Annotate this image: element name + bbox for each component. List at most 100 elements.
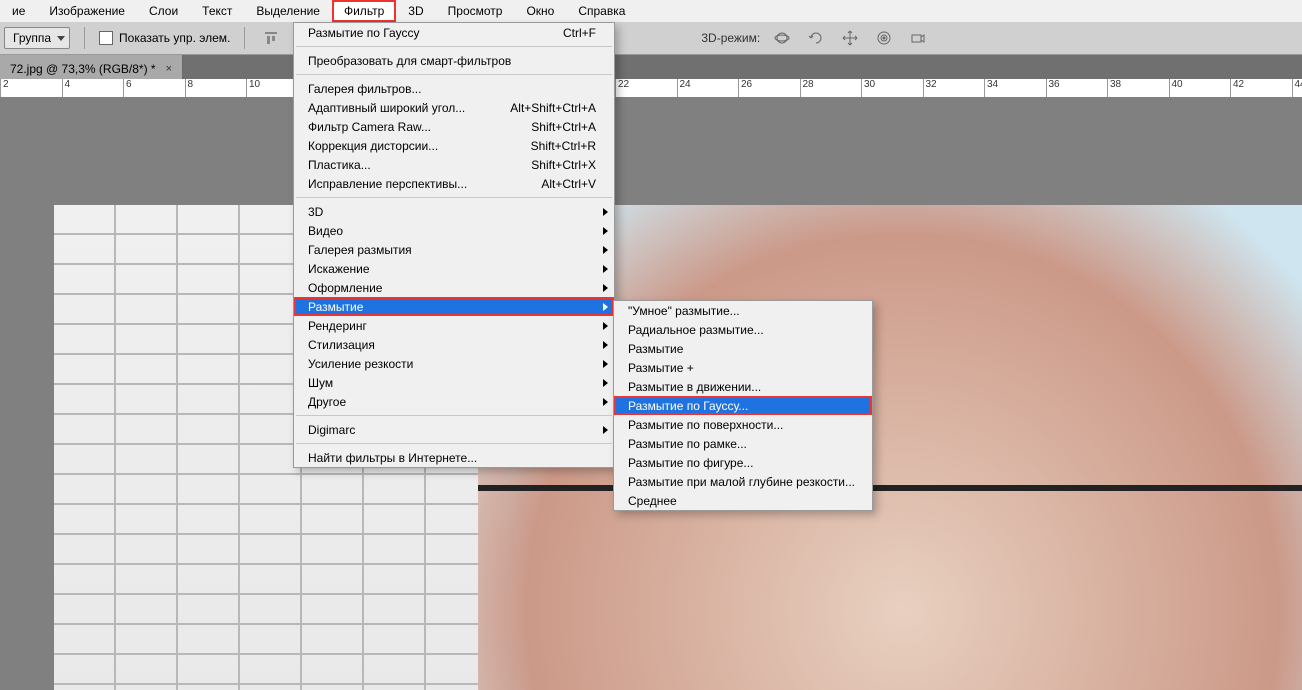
menuitem-label: Оформление xyxy=(308,281,596,295)
move-icon[interactable] xyxy=(838,26,862,50)
menuitem-filter-g2-4[interactable]: Оформление xyxy=(294,278,614,297)
menuitem-filter-g1-4[interactable]: Пластика...Shift+Ctrl+X xyxy=(294,155,614,174)
document-tab-title: 72.jpg @ 73,3% (RGB/8*) * xyxy=(10,62,156,76)
menuitem-label: Коррекция дисторсии... xyxy=(308,139,501,153)
menuitem-filter-g2-0[interactable]: 3D xyxy=(294,202,614,221)
menuitem-label: Пластика... xyxy=(308,158,501,172)
ruler-tick: 4 xyxy=(62,79,124,97)
menuitem-label: Размытие по рамке... xyxy=(628,437,854,451)
menuitem-label: Рендеринг xyxy=(308,319,596,333)
menuitem-convert-smart[interactable]: Преобразовать для смарт-фильтров xyxy=(294,51,614,70)
ruler-tick: 22 xyxy=(615,79,677,97)
menuitem-label: Усиление резкости xyxy=(308,357,596,371)
menuitem-blur-10[interactable]: Среднее xyxy=(614,491,872,510)
menuitem-filter-g2-10[interactable]: Другое xyxy=(294,392,614,411)
menuitem-label: Галерея фильтров... xyxy=(308,82,596,96)
ruler-horizontal: 2468101214161820222426283032343638404244… xyxy=(0,79,1302,98)
menuitem-label: "Умное" размытие... xyxy=(628,304,854,318)
document-tab[interactable]: 72.jpg @ 73,3% (RGB/8*) * × xyxy=(0,55,183,80)
menu-layers[interactable]: Слои xyxy=(137,0,190,22)
group-combo-label: Группа xyxy=(13,31,51,45)
menuitem-label: Размытие по поверхности... xyxy=(628,418,854,432)
separator xyxy=(84,27,85,49)
ruler-tick: 30 xyxy=(861,79,923,97)
menuitem-filter-g2-8[interactable]: Усиление резкости xyxy=(294,354,614,373)
menuitem-label: Размытие в движении... xyxy=(628,380,854,394)
menubar: ие Изображение Слои Текст Выделение Филь… xyxy=(0,0,1302,23)
menuitem-accel: Shift+Ctrl+A xyxy=(501,120,596,134)
menu-divider xyxy=(296,197,612,198)
menuitem-filter-g2-9[interactable]: Шум xyxy=(294,373,614,392)
orbit-icon[interactable] xyxy=(770,26,794,50)
menuitem-blur-6[interactable]: Размытие по поверхности... xyxy=(614,415,872,434)
roll-icon[interactable] xyxy=(804,26,828,50)
ruler-tick: 28 xyxy=(800,79,862,97)
menuitem-blur-0[interactable]: "Умное" размытие... xyxy=(614,301,872,320)
menuitem-accel: Alt+Ctrl+V xyxy=(511,177,596,191)
align-top-icon[interactable] xyxy=(259,26,283,50)
submenu-arrow-icon xyxy=(603,426,608,434)
menuitem-blur-7[interactable]: Размытие по рамке... xyxy=(614,434,872,453)
menu-edit-partial[interactable]: ие xyxy=(0,0,37,22)
ruler-tick: 8 xyxy=(185,79,247,97)
group-combo[interactable]: Группа xyxy=(4,27,70,49)
menuitem-accel: Shift+Ctrl+X xyxy=(501,158,596,172)
menuitem-blur-1[interactable]: Радиальное размытие... xyxy=(614,320,872,339)
menuitem-filter-g2-3[interactable]: Искажение xyxy=(294,259,614,278)
menuitem-accel: Shift+Ctrl+R xyxy=(501,139,596,153)
submenu-arrow-icon xyxy=(603,398,608,406)
menuitem-last-filter[interactable]: Размытие по Гауссу Ctrl+F xyxy=(294,23,614,42)
show-controls-checkbox[interactable]: Показать упр. элем. xyxy=(99,31,230,45)
menuitem-label: Размытие по фигуре... xyxy=(628,456,854,470)
menuitem-filter-g2-1[interactable]: Видео xyxy=(294,221,614,240)
ruler-tick: 24 xyxy=(677,79,739,97)
menuitem-label: Найти фильтры в Интернете... xyxy=(308,451,596,465)
menu-divider xyxy=(296,46,612,47)
menuitem-label: Галерея размытия xyxy=(308,243,596,257)
menu-help[interactable]: Справка xyxy=(566,0,637,22)
menuitem-filter-g1-5[interactable]: Исправление перспективы...Alt+Ctrl+V xyxy=(294,174,614,193)
menuitem-filter-g1-2[interactable]: Фильтр Camera Raw...Shift+Ctrl+A xyxy=(294,117,614,136)
camera-icon[interactable] xyxy=(906,26,930,50)
slide-icon[interactable] xyxy=(872,26,896,50)
ruler-tick: 44 xyxy=(1292,79,1302,97)
menuitem-blur-8[interactable]: Размытие по фигуре... xyxy=(614,453,872,472)
menu-3d[interactable]: 3D xyxy=(396,0,435,22)
ruler-tick: 6 xyxy=(123,79,185,97)
separator xyxy=(244,27,245,49)
menuitem-blur-2[interactable]: Размытие xyxy=(614,339,872,358)
menuitem-filter-g1-0[interactable]: Галерея фильтров... xyxy=(294,79,614,98)
menu-image[interactable]: Изображение xyxy=(37,0,137,22)
menuitem-blur-9[interactable]: Размытие при малой глубине резкости... xyxy=(614,472,872,491)
menuitem-filter-g1-1[interactable]: Адаптивный широкий угол...Alt+Shift+Ctrl… xyxy=(294,98,614,117)
menuitem-filter-g2-5[interactable]: Размытие xyxy=(294,297,614,316)
menuitem-filter-g2-7[interactable]: Стилизация xyxy=(294,335,614,354)
menuitem-label: Digimarc xyxy=(308,423,596,437)
submenu-arrow-icon xyxy=(603,246,608,254)
menuitem-filter-g3-0[interactable]: Digimarc xyxy=(294,420,614,439)
menuitem-label: Другое xyxy=(308,395,596,409)
menu-select[interactable]: Выделение xyxy=(244,0,332,22)
photo-window-frame xyxy=(478,485,1302,491)
options-bar: Группа Показать упр. элем. 3D-режим: xyxy=(0,22,1302,55)
menu-text[interactable]: Текст xyxy=(190,0,244,22)
menuitem-blur-4[interactable]: Размытие в движении... xyxy=(614,377,872,396)
ruler-tick: 42 xyxy=(1230,79,1292,97)
checkbox-box xyxy=(99,31,113,45)
ruler-tick: 32 xyxy=(923,79,985,97)
menuitem-blur-3[interactable]: Размытие + xyxy=(614,358,872,377)
menu-filter[interactable]: Фильтр xyxy=(332,0,396,22)
menuitem-label: Исправление перспективы... xyxy=(308,177,511,191)
close-icon[interactable]: × xyxy=(166,63,172,75)
submenu-arrow-icon xyxy=(603,360,608,368)
menuitem-blur-5[interactable]: Размытие по Гауссу... xyxy=(614,396,872,415)
menu-view[interactable]: Просмотр xyxy=(436,0,515,22)
menuitem-filter-g2-2[interactable]: Галерея размытия xyxy=(294,240,614,259)
menuitem-filter-g4-0[interactable]: Найти фильтры в Интернете... xyxy=(294,448,614,467)
menuitem-filter-g1-3[interactable]: Коррекция дисторсии...Shift+Ctrl+R xyxy=(294,136,614,155)
submenu-arrow-icon xyxy=(603,303,608,311)
menuitem-label: Радиальное размытие... xyxy=(628,323,854,337)
menuitem-filter-g2-6[interactable]: Рендеринг xyxy=(294,316,614,335)
submenu-arrow-icon xyxy=(603,227,608,235)
menu-window[interactable]: Окно xyxy=(514,0,566,22)
